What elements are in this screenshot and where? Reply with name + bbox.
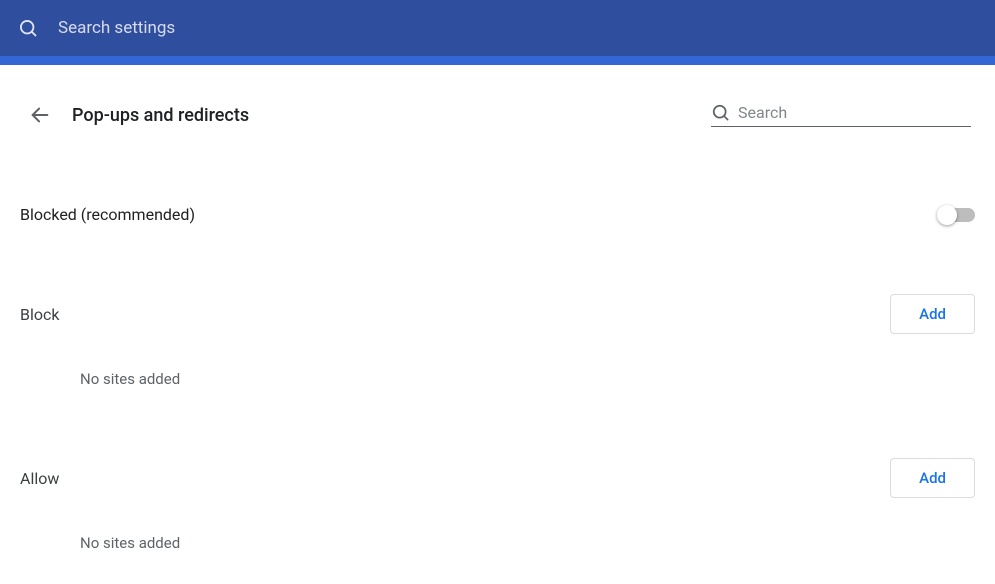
blocked-toggle[interactable] [939,208,975,222]
block-add-button[interactable]: Add [890,294,975,334]
block-empty-message: No sites added [80,370,975,388]
toggle-knob [937,205,957,225]
block-section-header: Block Add [20,294,975,334]
blocked-setting-label: Blocked (recommended) [20,205,195,224]
allow-section-header: Allow Add [20,458,975,498]
allow-section-title: Allow [20,469,59,488]
global-search-bar[interactable]: Search settings [0,0,995,56]
back-button[interactable] [20,95,60,135]
local-search-input[interactable] [738,103,971,122]
page-title: Pop-ups and redirects [72,105,711,126]
block-section-title: Block [20,305,59,324]
content: Blocked (recommended) Block Add No sites… [0,205,995,552]
local-search[interactable] [711,103,971,127]
search-icon [711,103,730,122]
page-header: Pop-ups and redirects [0,65,995,135]
accent-strip [0,56,995,65]
allow-empty-message: No sites added [80,534,975,552]
search-icon [18,18,38,38]
blocked-setting-row: Blocked (recommended) [20,205,975,224]
allow-add-button[interactable]: Add [890,458,975,498]
global-search-placeholder: Search settings [58,18,175,38]
